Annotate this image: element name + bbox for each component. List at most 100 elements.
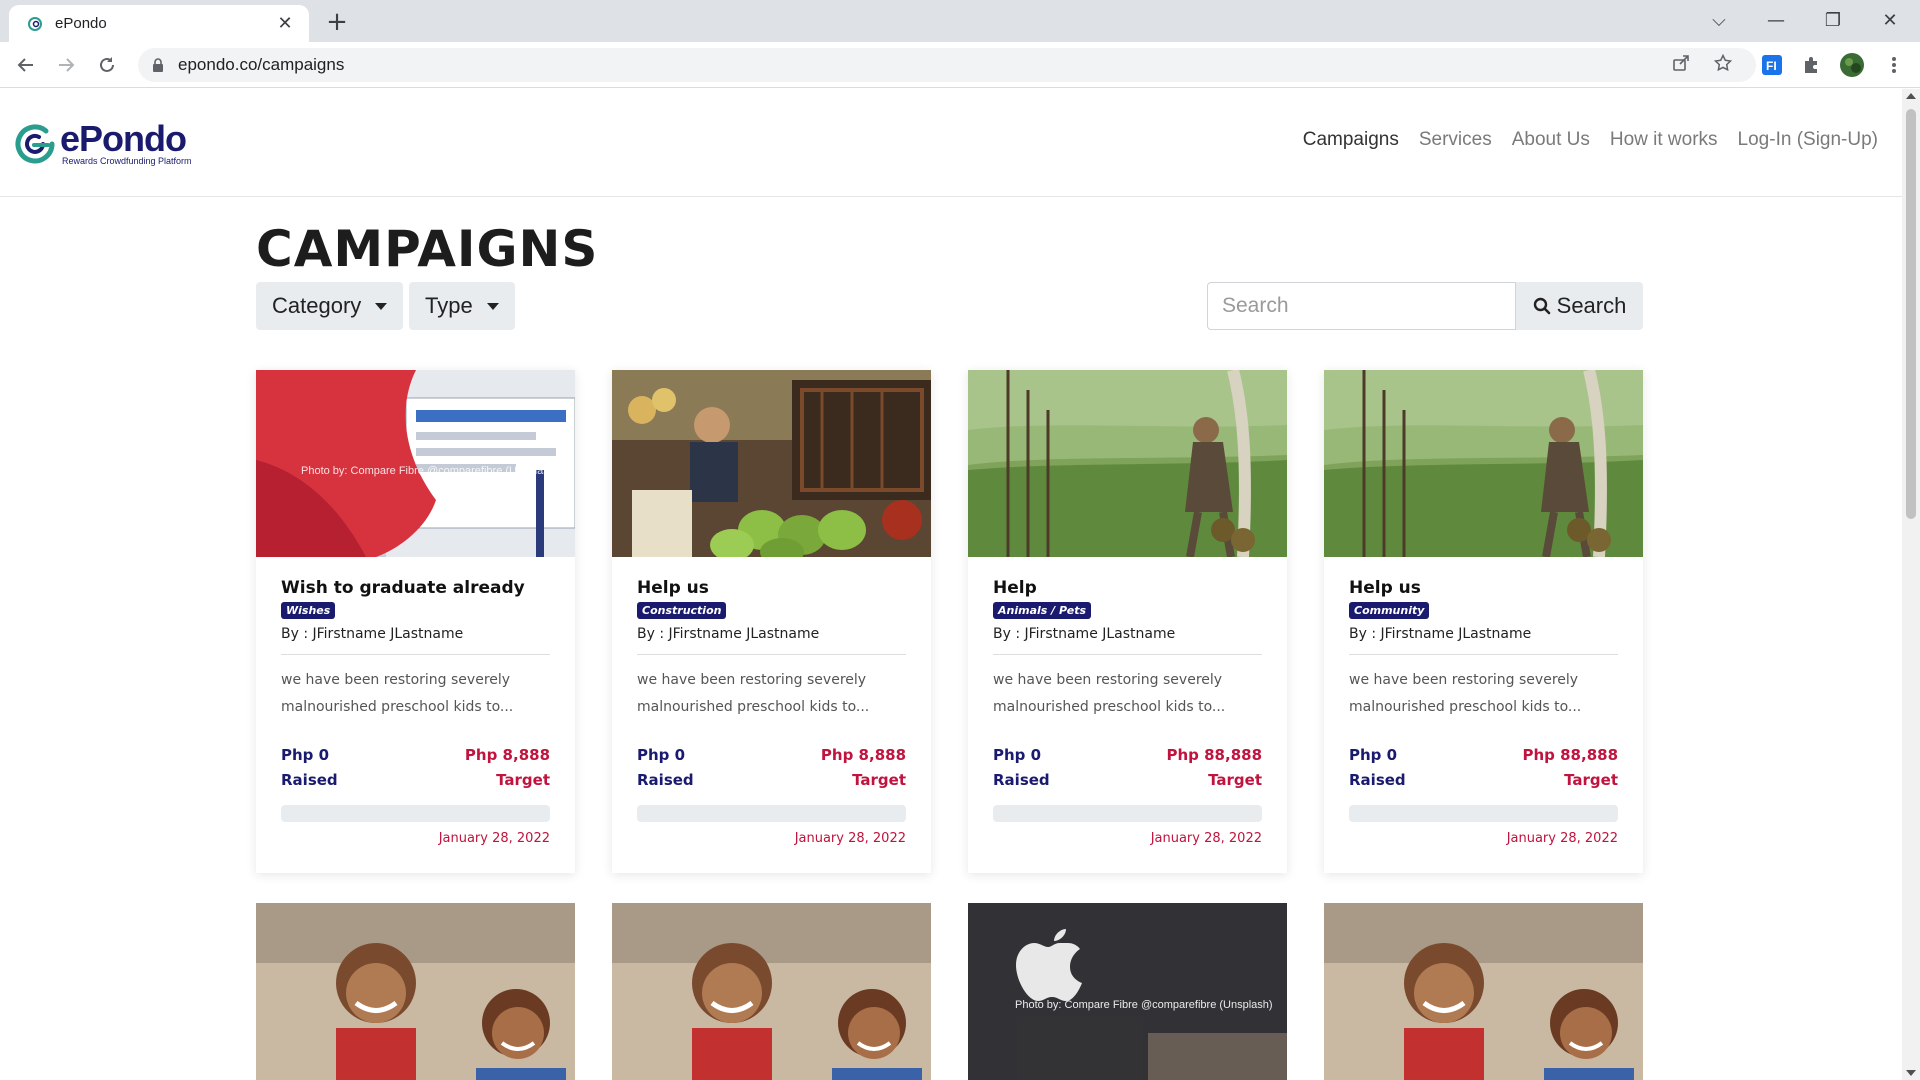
restore-button[interactable]: ❐ — [1813, 6, 1853, 36]
campaign-image — [968, 370, 1287, 557]
more-vert-icon[interactable] — [1880, 51, 1908, 79]
page-title: CAMPAIGNS — [256, 220, 599, 278]
progress-bar — [1349, 805, 1618, 822]
campaign-card[interactable]: Photo by: Compare Fibre @comparefibre (U… — [256, 370, 575, 873]
window-close-button[interactable]: ✕ — [1870, 6, 1910, 36]
campaign-date: January 28, 2022 — [438, 831, 550, 846]
minimize-button[interactable]: — — [1756, 6, 1796, 36]
caret-down-icon — [486, 302, 499, 310]
type-label: Type — [425, 293, 473, 318]
site-logo[interactable]: ePondo Rewards Crowdfunding Platform — [12, 121, 192, 167]
caret-down-icon — [375, 302, 388, 310]
site-header: ePondo Rewards Crowdfunding Platform Cam… — [0, 89, 1902, 197]
search-button[interactable]: Search — [1516, 282, 1643, 330]
lock-icon — [153, 58, 163, 72]
profile-avatar[interactable] — [1838, 51, 1866, 79]
nav-login[interactable]: Log-In (Sign-Up) — [1738, 129, 1878, 151]
campaign-card-image[interactable] — [256, 903, 575, 1080]
raised-amount: Php 0 — [993, 746, 1042, 764]
epondo-logo-icon — [15, 124, 55, 164]
campaign-card[interactable]: Help Animals / Pets By : JFirstname JLas… — [968, 370, 1287, 873]
target-amount: Php 88,888 — [1522, 746, 1618, 764]
raised-amount: Php 0 — [281, 746, 330, 764]
nav-campaigns[interactable]: Campaigns — [1303, 129, 1399, 151]
nav-services[interactable]: Services — [1419, 129, 1492, 151]
search-icon — [1533, 297, 1550, 315]
category-badge: Construction — [637, 602, 727, 619]
campaign-title[interactable]: Help us — [637, 578, 906, 598]
site-nav: Campaigns Services About Us How it works… — [1303, 129, 1878, 151]
star-icon[interactable] — [1709, 49, 1737, 77]
url-text: epondo.co/campaigns — [178, 55, 345, 74]
page-scrollbar[interactable] — [1902, 89, 1920, 1080]
target-label: Target — [496, 771, 550, 789]
campaign-description: we have been restoring severely malnouri… — [1349, 672, 1582, 715]
campaign-title[interactable]: Help — [993, 578, 1262, 598]
progress-bar — [637, 805, 906, 822]
logo-tagline: Rewards Crowdfunding Platform — [62, 156, 192, 166]
campaign-description: we have been restoring severely malnouri… — [637, 672, 870, 715]
campaign-author: By : JFirstname JLastname — [1349, 626, 1618, 655]
campaign-card-image[interactable]: Photo by: Compare Fibre @comparefibre (U… — [968, 903, 1287, 1080]
logo-name: ePondo — [60, 118, 187, 159]
scroll-down-icon[interactable] — [1906, 1070, 1916, 1076]
category-label: Category — [272, 293, 362, 318]
tab-close-icon[interactable]: ✕ — [275, 13, 295, 34]
target-label: Target — [852, 771, 906, 789]
image-caption: Photo by: Compare Fibre @comparefibre (U… — [1015, 999, 1273, 1011]
nav-about-us[interactable]: About Us — [1512, 129, 1590, 151]
back-arrow-icon[interactable] — [10, 49, 42, 81]
campaign-card-image[interactable] — [612, 903, 931, 1080]
share-icon[interactable] — [1667, 49, 1695, 77]
target-label: Target — [1208, 771, 1262, 789]
epondo-favicon-icon — [28, 16, 42, 31]
page-viewport: ePondo Rewards Crowdfunding Platform Cam… — [0, 89, 1902, 1080]
scroll-up-icon[interactable] — [1906, 93, 1916, 99]
raised-label: Raised — [1349, 771, 1406, 789]
raised-label: Raised — [993, 771, 1050, 789]
category-badge: Wishes — [281, 602, 336, 619]
puzzle-icon[interactable] — [1798, 51, 1826, 79]
raised-label: Raised — [637, 771, 694, 789]
category-dropdown[interactable]: Category — [256, 282, 404, 330]
progress-bar — [993, 805, 1262, 822]
target-amount: Php 8,888 — [464, 746, 550, 764]
campaign-card[interactable]: Help us Community By : JFirstname JLastn… — [1324, 370, 1643, 873]
campaign-image — [612, 370, 931, 557]
browser-tab[interactable]: ePondo ✕ — [9, 5, 309, 42]
campaign-author: By : JFirstname JLastname — [993, 626, 1262, 655]
address-bar[interactable]: epondo.co/campaigns — [138, 48, 1756, 82]
nav-how-it-works[interactable]: How it works — [1610, 129, 1718, 151]
reload-icon[interactable] — [91, 49, 123, 81]
campaign-title[interactable]: Wish to graduate already — [281, 578, 550, 598]
campaign-title[interactable]: Help us — [1349, 578, 1618, 598]
campaign-card-image[interactable] — [1324, 903, 1643, 1080]
campaign-date: January 28, 2022 — [1150, 831, 1262, 846]
target-label: Target — [1564, 771, 1618, 789]
campaign-image — [1324, 370, 1643, 557]
tab-title: ePondo — [55, 15, 107, 32]
browser-tabstrip: ePondo ✕ + ⌵ — ❐ ✕ — [0, 0, 1920, 42]
forward-arrow-icon[interactable] — [50, 49, 82, 81]
image-caption: Photo by: Compare Fibre @comparefibre (U… — [301, 465, 559, 477]
campaign-image: Photo by: Compare Fibre @comparefibre (U… — [256, 370, 575, 557]
target-amount: Php 8,888 — [820, 746, 906, 764]
scroll-thumb[interactable] — [1906, 109, 1916, 519]
search-input[interactable] — [1207, 282, 1516, 330]
campaign-date: January 28, 2022 — [1506, 831, 1618, 846]
tab-search-icon[interactable]: ⌵ — [1699, 6, 1739, 36]
search-button-label: Search — [1556, 293, 1627, 318]
progress-bar — [281, 805, 550, 822]
new-tab-button[interactable]: + — [322, 8, 352, 38]
campaign-author: By : JFirstname JLastname — [281, 626, 550, 655]
type-dropdown[interactable]: Type — [409, 282, 515, 330]
extension-fi-icon[interactable]: FI — [1758, 51, 1786, 79]
campaign-description: we have been restoring severely malnouri… — [281, 672, 514, 715]
category-badge: Community — [1349, 602, 1430, 619]
campaign-author: By : JFirstname JLastname — [637, 626, 906, 655]
raised-amount: Php 0 — [637, 746, 686, 764]
category-badge: Animals / Pets — [993, 602, 1092, 619]
campaign-card[interactable]: Help us Construction By : JFirstname JLa… — [612, 370, 931, 873]
target-amount: Php 88,888 — [1166, 746, 1262, 764]
browser-toolbar: epondo.co/campaigns FI — [0, 42, 1920, 88]
